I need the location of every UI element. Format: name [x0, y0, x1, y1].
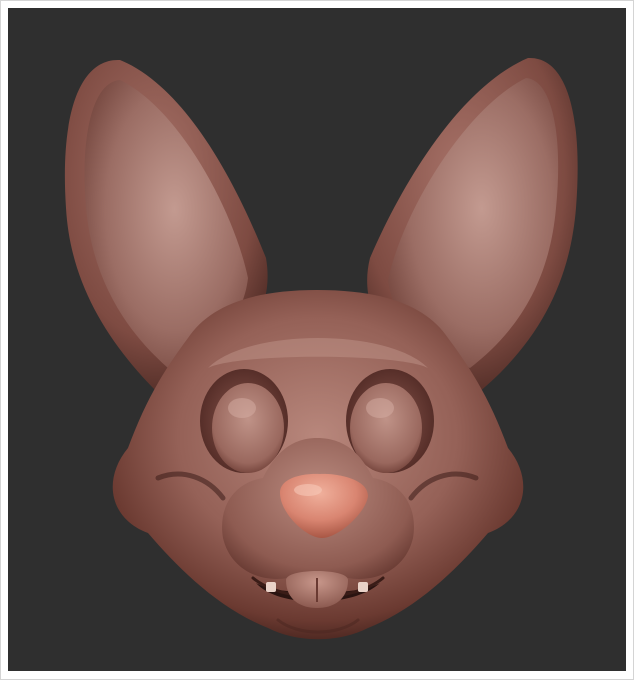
- right-eye-highlight: [366, 398, 394, 418]
- bunny-sculpt-image: [64, 57, 578, 640]
- right-tooth: [358, 582, 368, 592]
- nose-highlight: [294, 484, 322, 496]
- render-viewport: [8, 8, 626, 671]
- left-eye-highlight: [228, 398, 256, 418]
- left-eye: [212, 383, 284, 473]
- left-tooth: [266, 582, 276, 592]
- image-frame: [0, 0, 634, 680]
